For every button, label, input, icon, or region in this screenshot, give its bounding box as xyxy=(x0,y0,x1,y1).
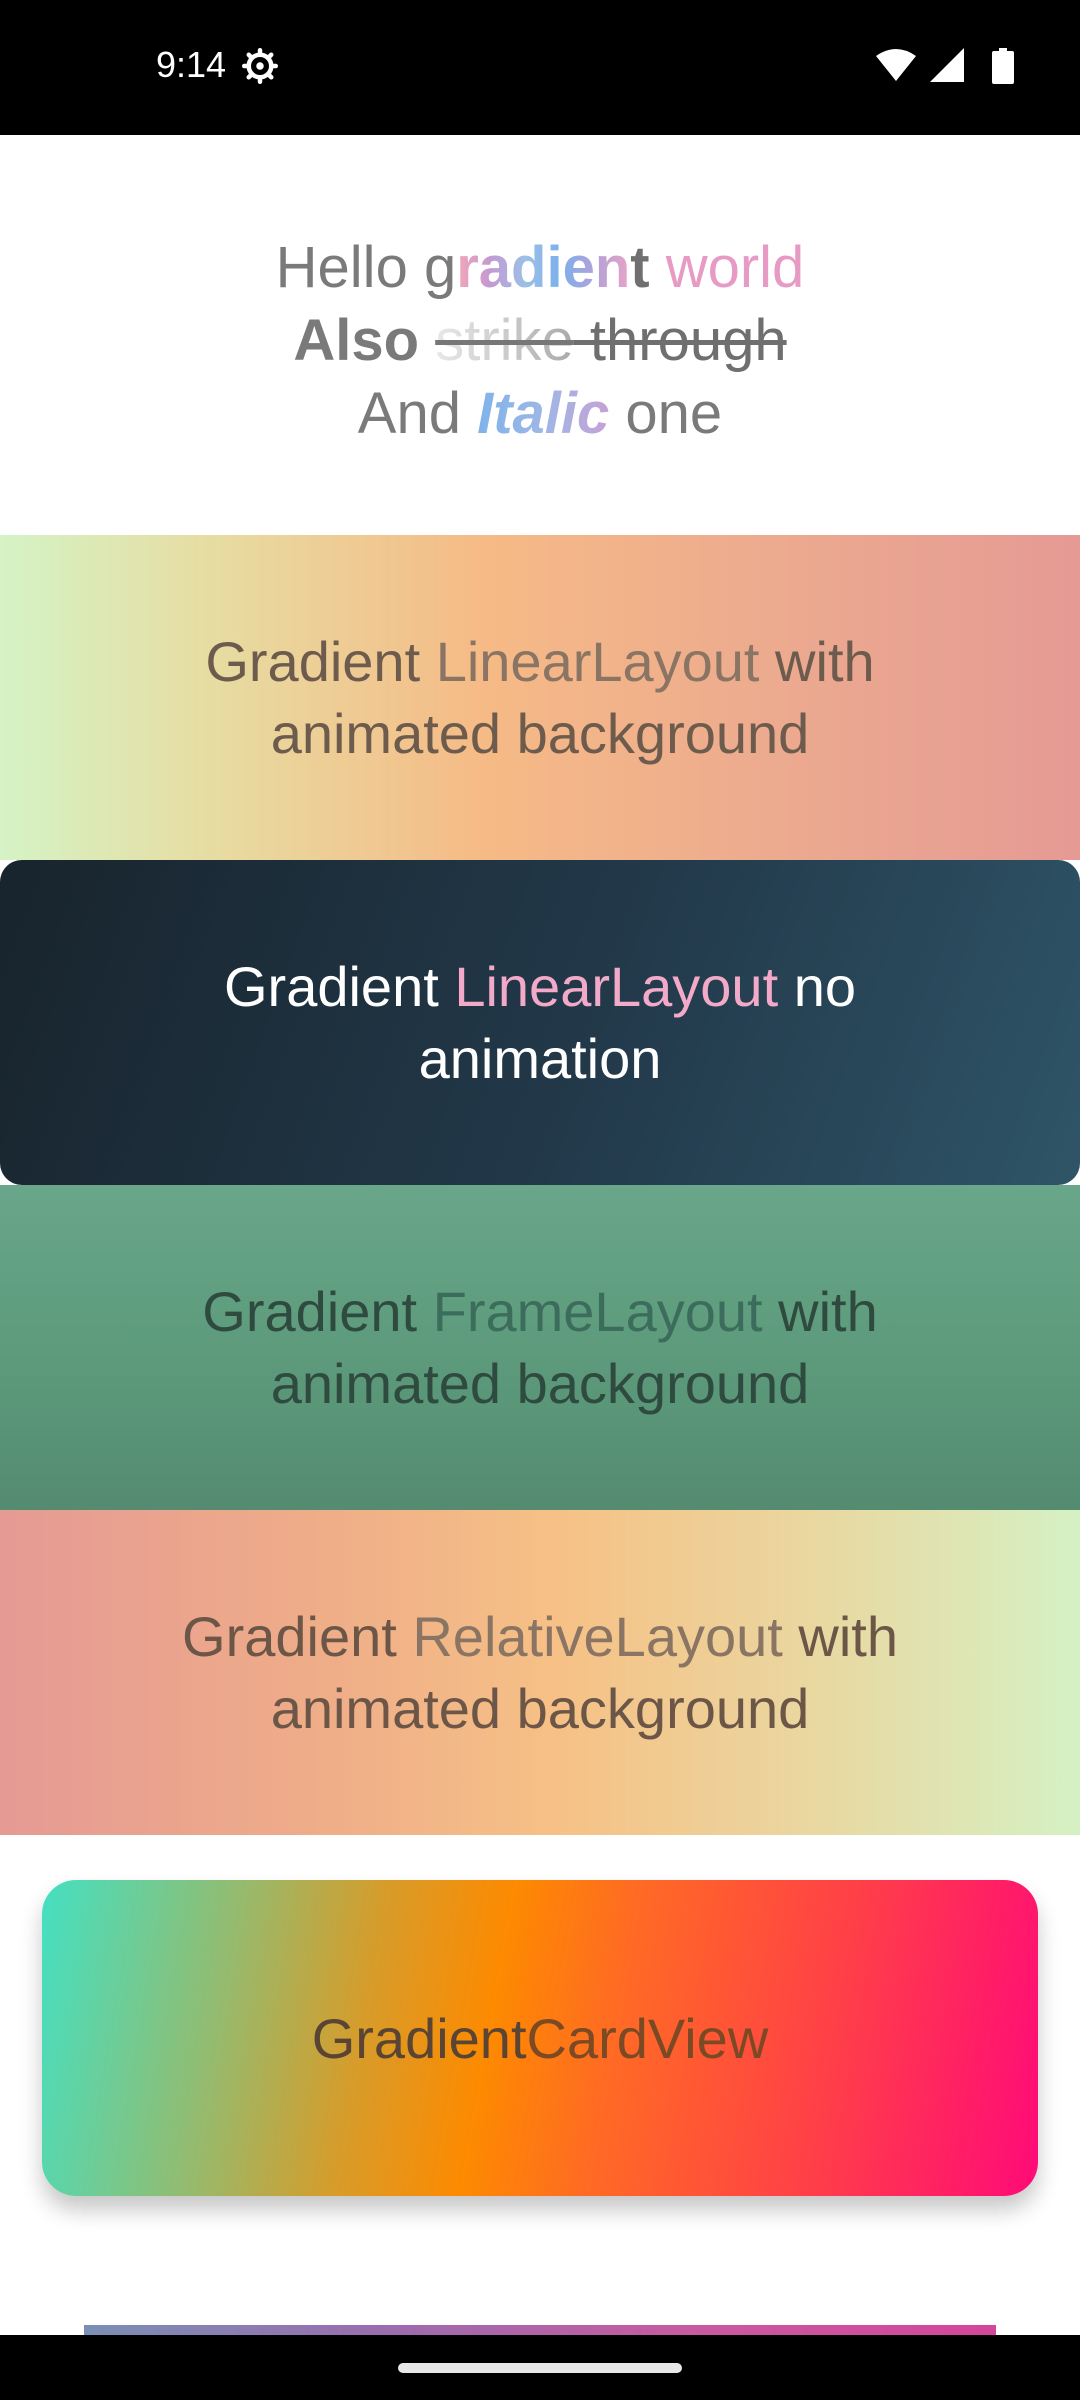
panel-label: Gradient xyxy=(202,1279,433,1343)
gradient-text-demo: Hello gradient world Also strike through… xyxy=(0,231,1080,450)
settings-gear-icon xyxy=(242,48,278,84)
scroll-content[interactable]: Hello gradient world Also strike through… xyxy=(0,135,1080,2345)
hero-bold-letter: t xyxy=(630,235,650,300)
italic-gradient-word: Italic xyxy=(477,381,610,446)
cellular-signal-icon xyxy=(930,48,964,82)
hero-also-word: Also xyxy=(293,308,420,373)
panel-highlight: RelativeLayout xyxy=(412,1604,783,1668)
gradient-relativelayout-animated: Gradient RelativeLayout with animated ba… xyxy=(0,1510,1080,1835)
navigation-bar xyxy=(0,2335,1080,2400)
card-highlight: CardView xyxy=(526,2006,769,2070)
hero-world-word: world xyxy=(665,235,805,300)
gradient-word: radien xyxy=(456,235,631,300)
gradient-framelayout-animated: Gradient FrameLayout with animated backg… xyxy=(0,1185,1080,1510)
panel-label: Gradient xyxy=(223,954,455,1018)
hero-line-2: Also strike through xyxy=(0,304,1080,377)
panel-highlight: LinearLayout xyxy=(435,629,760,693)
hero-line-1: Hello gradient world xyxy=(0,231,1080,304)
strike-fade-word: strike xyxy=(435,308,574,373)
battery-icon xyxy=(992,48,1014,84)
strike-through-word: through xyxy=(573,308,787,373)
panel-highlight: LinearLayout xyxy=(454,954,779,1018)
hero-plain-text: And xyxy=(357,381,478,446)
gradient-cardview[interactable]: Gradient CardView xyxy=(42,1880,1038,2196)
status-bar: 9:14 xyxy=(0,0,1080,135)
hero-plain-text: one xyxy=(609,381,723,446)
card-label: Gradient xyxy=(311,2006,527,2070)
status-time: 9:14 xyxy=(156,44,227,85)
wifi-icon xyxy=(876,49,916,81)
panel-highlight: FrameLayout xyxy=(432,1279,763,1343)
gradient-linearlayout-static: Gradient LinearLayout no animation xyxy=(0,860,1080,1185)
hero-line-3: And Italic one xyxy=(0,377,1080,450)
home-gesture-handle[interactable] xyxy=(398,2363,682,2373)
panel-label: Gradient xyxy=(205,629,436,693)
hero-plain-text: Hello g xyxy=(275,235,457,300)
panel-label: Gradient xyxy=(182,1604,413,1668)
gradient-linearlayout-animated: Gradient LinearLayout with animated back… xyxy=(0,535,1080,860)
